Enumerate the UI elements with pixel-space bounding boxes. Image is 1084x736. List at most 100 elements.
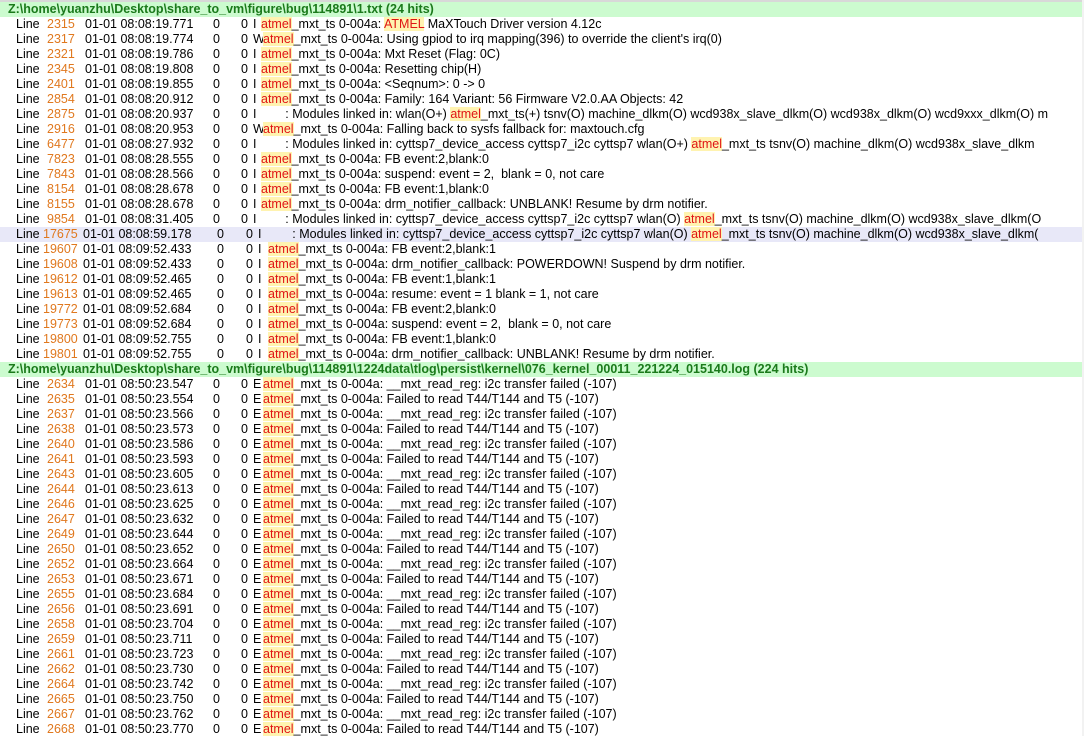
message-text: _mxt_ts 0-004a: Failed to read T44/T144 … bbox=[293, 392, 599, 406]
line-number: 2640 bbox=[47, 437, 75, 451]
timestamp: 01-01 08:09:52.465 bbox=[83, 287, 192, 301]
result-row[interactable]: Line 2644 01-01 08:50:23.613 0 0 Eatmel_mxt_t… bbox=[0, 482, 1084, 497]
line-number: 9854 bbox=[47, 212, 75, 226]
log-message: atmel_mxt_ts 0-004a: suspend: event = 2,… bbox=[261, 167, 604, 182]
result-row[interactable]: Line 2640 01-01 08:50:23.586 0 0 Eatmel_mxt_t… bbox=[0, 437, 1084, 452]
result-row[interactable]: Line 2641 01-01 08:50:23.593 0 0 Eatmel_mxt_t… bbox=[0, 452, 1084, 467]
result-row[interactable]: Line 2652 01-01 08:50:23.664 0 0 Eatmel_mxt_t… bbox=[0, 557, 1084, 572]
result-row[interactable]: Line 2315 01-01 08:08:19.771 0 0 Iatmel_mxt_t… bbox=[0, 17, 1084, 32]
result-row[interactable]: Line 2638 01-01 08:50:23.573 0 0 Eatmel_mxt_t… bbox=[0, 422, 1084, 437]
message-text: _mxt_ts 0-004a: Failed to read T44/T144 … bbox=[293, 662, 599, 676]
line-number: 2661 bbox=[47, 647, 75, 661]
result-row[interactable]: Line 2665 01-01 08:50:23.750 0 0 Eatmel_mxt_t… bbox=[0, 692, 1084, 707]
search-hit: atmel bbox=[263, 497, 294, 511]
result-row[interactable]: Line 7823 01-01 08:08:28.555 0 0 Iatmel_mxt_t… bbox=[0, 152, 1084, 167]
result-row[interactable]: Line 19773 01-01 08:09:52.684 0 0 Iatmel_mxt_… bbox=[0, 317, 1084, 332]
result-row[interactable]: Line 9854 01-01 08:08:31.405 0 0 I : Modules … bbox=[0, 212, 1084, 227]
result-row[interactable]: Line 2854 01-01 08:08:20.912 0 0 Iatmel_mxt_t… bbox=[0, 92, 1084, 107]
result-row[interactable]: Line 2875 01-01 08:08:20.937 0 0 I : Modules … bbox=[0, 107, 1084, 122]
result-row[interactable]: Line 19613 01-01 08:09:52.465 0 0 Iatmel_mxt_… bbox=[0, 287, 1084, 302]
message-text: _mxt_ts tsnv(O) machine_dlkm(O) wcd938x_… bbox=[714, 212, 1042, 226]
result-row[interactable]: Line 7843 01-01 08:08:28.566 0 0 Iatmel_mxt_t… bbox=[0, 167, 1084, 182]
result-row[interactable]: Line 19800 01-01 08:09:52.755 0 0 Iatmel_mxt_… bbox=[0, 332, 1084, 347]
log-message: atmel_mxt_ts 0-004a: suspend: event = 2,… bbox=[268, 317, 611, 332]
log-level: E bbox=[253, 647, 262, 661]
timestamp: 01-01 08:50:23.711 bbox=[85, 632, 193, 646]
timestamp: 01-01 08:50:23.573 bbox=[85, 422, 194, 436]
tid: 0 bbox=[241, 647, 248, 661]
log-level: E bbox=[253, 692, 262, 706]
result-row[interactable]: Line 2658 01-01 08:50:23.704 0 0 Eatmel_mxt_t… bbox=[0, 617, 1084, 632]
result-row[interactable]: Line 6477 01-01 08:08:27.932 0 0 I : Modules … bbox=[0, 137, 1084, 152]
line-label: Line bbox=[16, 152, 40, 166]
line-number: 2317 bbox=[47, 32, 75, 46]
log-level: E bbox=[253, 407, 262, 421]
timestamp: 01-01 08:50:23.742 bbox=[85, 677, 194, 691]
result-row[interactable]: Line 2401 01-01 08:08:19.855 0 0 Iatmel_mxt_t… bbox=[0, 77, 1084, 92]
tid: 0 bbox=[246, 257, 253, 271]
log-message: atmel_mxt_ts 0-004a: Failed to read T44/… bbox=[263, 452, 599, 467]
result-row[interactable]: Line 8155 01-01 08:08:28.678 0 0 Iatmel_mxt_t… bbox=[0, 197, 1084, 212]
result-row[interactable]: Line 2643 01-01 08:50:23.605 0 0 Eatmel_mxt_t… bbox=[0, 467, 1084, 482]
result-row[interactable]: Line 2345 01-01 08:08:19.808 0 0 Iatmel_mxt_t… bbox=[0, 62, 1084, 77]
file-header[interactable]: Z:\home\yuanzhu\Desktop\share_to_vm\figu… bbox=[0, 2, 1084, 17]
result-row[interactable]: Line 19801 01-01 08:09:52.755 0 0 Iatmel_mxt_… bbox=[0, 347, 1084, 362]
result-row[interactable]: Line 2916 01-01 08:08:20.953 0 0 Watmel_mxt_t… bbox=[0, 122, 1084, 137]
result-row[interactable]: Line 2661 01-01 08:50:23.723 0 0 Eatmel_mxt_t… bbox=[0, 647, 1084, 662]
result-row[interactable]: Line 2647 01-01 08:50:23.632 0 0 Eatmel_mxt_t… bbox=[0, 512, 1084, 527]
search-hit: atmel bbox=[263, 572, 294, 586]
result-row[interactable]: Line 2634 01-01 08:50:23.547 0 0 Eatmel_mxt_t… bbox=[0, 377, 1084, 392]
result-row[interactable]: Line 2635 01-01 08:50:23.554 0 0 Eatmel_mxt_t… bbox=[0, 392, 1084, 407]
pid: 0 bbox=[213, 167, 220, 181]
result-row[interactable]: Line 2668 01-01 08:50:23.770 0 0 Eatmel_mxt_t… bbox=[0, 722, 1084, 736]
search-hit: atmel bbox=[263, 617, 294, 631]
result-row[interactable]: Line 2646 01-01 08:50:23.625 0 0 Eatmel_mxt_t… bbox=[0, 497, 1084, 512]
line-label: Line bbox=[16, 527, 40, 541]
tid: 0 bbox=[241, 92, 248, 106]
pid: 0 bbox=[213, 152, 220, 166]
line-label: Line bbox=[16, 377, 40, 391]
file-header[interactable]: Z:\home\yuanzhu\Desktop\share_to_vm\figu… bbox=[0, 362, 1084, 377]
pid: 0 bbox=[213, 47, 220, 61]
message-text: _mxt_ts 0-004a: drm_notifier_callback: U… bbox=[291, 197, 708, 211]
result-row[interactable]: Line 19608 01-01 08:09:52.433 0 0 Iatmel_mxt_… bbox=[0, 257, 1084, 272]
message-text: _mxt_ts 0-004a: Failed to read T44/T144 … bbox=[293, 722, 599, 736]
line-number: 2321 bbox=[47, 47, 75, 61]
result-row[interactable]: Line 19612 01-01 08:09:52.465 0 0 Iatmel_mxt_… bbox=[0, 272, 1084, 287]
result-row[interactable]: Line 2655 01-01 08:50:23.684 0 0 Eatmel_mxt_t… bbox=[0, 587, 1084, 602]
tid: 0 bbox=[246, 242, 253, 256]
result-row[interactable]: Line 2650 01-01 08:50:23.652 0 0 Eatmel_mxt_t… bbox=[0, 542, 1084, 557]
log-message: atmel_mxt_ts 0-004a: Mxt Reset (Flag: 0C… bbox=[261, 47, 500, 62]
result-row[interactable]: Line 2653 01-01 08:50:23.671 0 0 Eatmel_mxt_t… bbox=[0, 572, 1084, 587]
result-row-selected[interactable]: Line 17675 01-01 08:08:59.178 0 0 I : Modules… bbox=[0, 227, 1084, 242]
result-row[interactable]: Line 19607 01-01 08:09:52.433 0 0 Iatmel_mxt_… bbox=[0, 242, 1084, 257]
tid: 0 bbox=[246, 302, 253, 316]
log-level: E bbox=[253, 542, 262, 556]
result-row[interactable]: Line 2662 01-01 08:50:23.730 0 0 Eatmel_mxt_t… bbox=[0, 662, 1084, 677]
result-row[interactable]: Line 2321 01-01 08:08:19.786 0 0 Iatmel_mxt_t… bbox=[0, 47, 1084, 62]
message-text: _mxt_ts 0-004a: __mxt_read_reg: i2c tran… bbox=[293, 677, 617, 691]
tid: 0 bbox=[241, 77, 248, 91]
search-results-panel[interactable]: Z:\home\yuanzhu\Desktop\share_to_vm\figu… bbox=[0, 2, 1084, 736]
timestamp: 01-01 08:50:23.586 bbox=[85, 437, 194, 451]
message-text: _mxt_ts 0-004a: Failed to read T44/T144 … bbox=[293, 542, 599, 556]
tid: 0 bbox=[246, 332, 253, 346]
result-row[interactable]: Line 2659 01-01 08:50:23.711 0 0 Eatmel_mxt_t… bbox=[0, 632, 1084, 647]
pid: 0 bbox=[213, 662, 220, 676]
log-message: atmel_mxt_ts 0-004a: drm_notifier_callba… bbox=[268, 347, 715, 362]
timestamp: 01-01 08:50:23.704 bbox=[85, 617, 194, 631]
result-row[interactable]: Line 8154 01-01 08:08:28.678 0 0 Iatmel_mxt_t… bbox=[0, 182, 1084, 197]
line-number: 2646 bbox=[47, 497, 75, 511]
result-row[interactable]: Line 2656 01-01 08:50:23.691 0 0 Eatmel_mxt_t… bbox=[0, 602, 1084, 617]
result-row[interactable]: Line 2317 01-01 08:08:19.774 0 0 Watmel_mxt_t… bbox=[0, 32, 1084, 47]
result-row[interactable]: Line 2649 01-01 08:50:23.644 0 0 Eatmel_mxt_t… bbox=[0, 527, 1084, 542]
result-row[interactable]: Line 19772 01-01 08:09:52.684 0 0 Iatmel_mxt_… bbox=[0, 302, 1084, 317]
log-level: E bbox=[253, 602, 262, 616]
timestamp: 01-01 08:50:23.671 bbox=[85, 572, 194, 586]
result-row[interactable]: Line 2667 01-01 08:50:23.762 0 0 Eatmel_mxt_t… bbox=[0, 707, 1084, 722]
result-row[interactable]: Line 2637 01-01 08:50:23.566 0 0 Eatmel_mxt_t… bbox=[0, 407, 1084, 422]
result-row[interactable]: Line 2664 01-01 08:50:23.742 0 0 Eatmel_mxt_t… bbox=[0, 677, 1084, 692]
message-text: _mxt_ts 0-004a: __mxt_read_reg: i2c tran… bbox=[293, 377, 617, 391]
log-message: atmel_mxt_ts 0-004a: FB event:1,blank:1 bbox=[268, 272, 496, 287]
search-hit: atmel bbox=[691, 227, 722, 241]
